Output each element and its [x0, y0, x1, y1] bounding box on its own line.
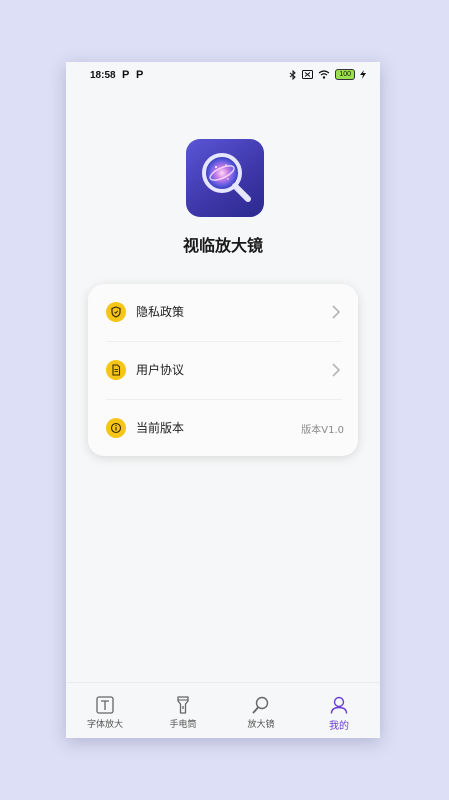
tab-label: 手电筒	[169, 720, 197, 730]
menu-item-privacy-policy[interactable]: 隐私政策	[88, 284, 358, 341]
person-icon	[330, 696, 348, 714]
menu-item-user-agreement[interactable]: 用户协议	[88, 342, 358, 399]
phone-screen: 18:58 P P 100 视临放大镜 隐私政策 用户协议 当前版本 版本V1.…	[66, 62, 380, 738]
tab-label: 放大镜	[247, 720, 275, 730]
info-icon	[106, 418, 126, 438]
sim-off-icon	[302, 70, 314, 79]
tab-label: 我的	[329, 721, 349, 732]
text-icon	[96, 696, 114, 714]
magnifier-galaxy-icon	[186, 139, 264, 217]
chevron-right-icon	[332, 305, 341, 319]
tab-mine[interactable]: 我的	[300, 683, 378, 738]
wifi-icon	[318, 70, 330, 79]
notification-p-icon: P	[122, 69, 130, 81]
battery-indicator: 100	[335, 69, 355, 80]
charging-icon	[360, 70, 366, 79]
tab-label: 字体放大	[86, 720, 123, 730]
settings-card: 隐私政策 用户协议 当前版本 版本V1.0	[88, 284, 358, 456]
app-name: 视临放大镜	[182, 236, 263, 255]
menu-item-label: 用户协议	[136, 363, 185, 377]
menu-item-label: 隐私政策	[136, 305, 185, 319]
tab-font-enlarge[interactable]: 字体放大	[66, 683, 144, 738]
bottom-tab-bar: 字体放大 手电筒 放大镜 我的	[66, 682, 380, 738]
menu-item-label: 当前版本	[136, 421, 185, 435]
document-icon	[106, 360, 126, 380]
status-bar: 18:58 P P 100	[66, 62, 380, 88]
chevron-right-icon	[332, 363, 341, 377]
status-icons: 100	[289, 69, 366, 80]
tab-magnifier[interactable]: 放大镜	[222, 683, 300, 738]
notification-p-icon: P	[136, 69, 144, 81]
status-time: 18:58	[90, 70, 116, 81]
bluetooth-icon	[290, 69, 297, 80]
tab-flashlight[interactable]: 手电筒	[144, 683, 222, 738]
version-value: 版本V1.0	[301, 425, 344, 436]
flashlight-icon	[177, 696, 189, 714]
shield-icon	[106, 302, 126, 322]
menu-item-current-version[interactable]: 当前版本 版本V1.0	[88, 400, 358, 457]
magnifier-icon	[252, 696, 269, 714]
